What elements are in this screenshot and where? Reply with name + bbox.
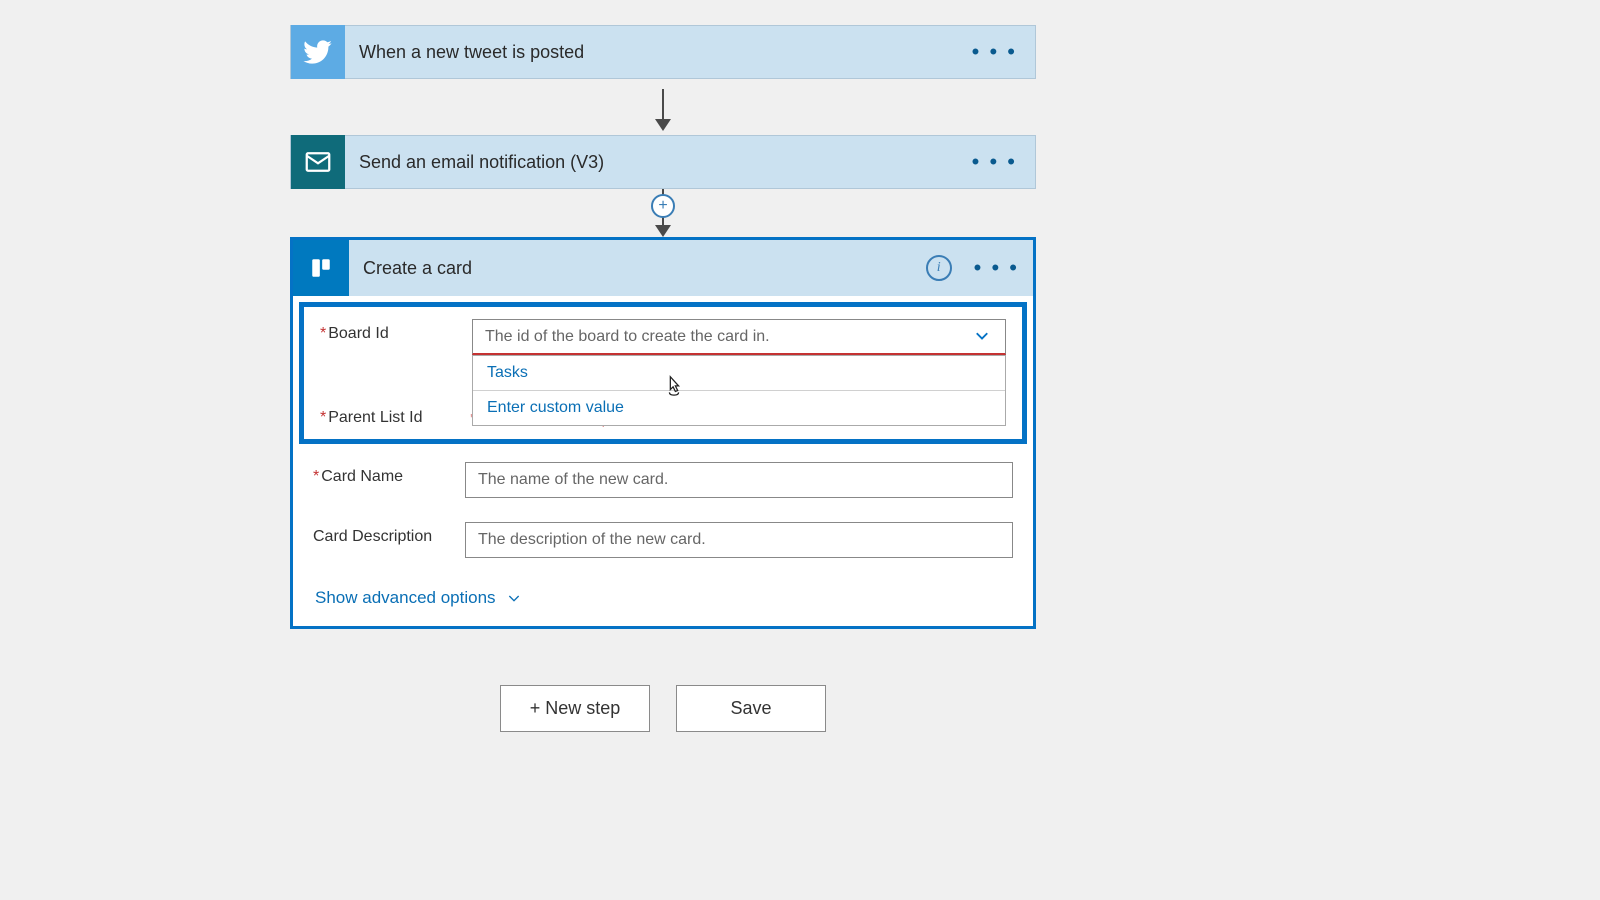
highlighted-fields: *Board Id The id of the board to create … <box>299 302 1027 444</box>
chevron-down-icon <box>973 326 991 347</box>
remaining-fields: *Card Name Card Description <box>293 450 1033 562</box>
step-trello-header[interactable]: Create a card i • • • <box>293 240 1033 296</box>
more-icon[interactable]: • • • <box>972 149 1017 175</box>
flow-column: When a new tweet is posted • • • Send an… <box>290 25 1036 732</box>
dropdown-option-tasks[interactable]: Tasks <box>473 356 1005 391</box>
trello-icon <box>293 240 349 296</box>
step-mail-title: Send an email notification (V3) <box>359 152 604 173</box>
step-mail[interactable]: Send an email notification (V3) • • • <box>290 135 1036 189</box>
board-id-placeholder: The id of the board to create the card i… <box>485 328 770 346</box>
step-twitter[interactable]: When a new tweet is posted • • • <box>290 25 1036 79</box>
new-step-button[interactable]: + New step <box>500 685 650 732</box>
parent-list-id-label: *Parent List Id <box>320 403 472 427</box>
insert-step-button[interactable]: + <box>651 194 675 218</box>
card-name-label: *Card Name <box>313 462 465 486</box>
flow-canvas: When a new tweet is posted • • • Send an… <box>0 0 1600 732</box>
more-icon[interactable]: • • • <box>972 39 1017 65</box>
mail-icon <box>291 135 345 189</box>
footer-buttons: + New step Save <box>500 685 826 732</box>
card-description-row: Card Description <box>303 518 1023 562</box>
show-advanced-link[interactable]: Show advanced options <box>293 578 1033 626</box>
step-trello-title: Create a card <box>363 258 472 279</box>
info-icon[interactable]: i <box>926 255 952 281</box>
card-name-input[interactable] <box>465 462 1013 498</box>
card-description-label: Card Description <box>313 522 465 546</box>
board-id-dropdown-list: Tasks Enter custom value <box>472 355 1006 426</box>
arrow-connector-insert: + <box>290 189 1036 237</box>
dropdown-option-custom[interactable]: Enter custom value <box>473 391 1005 425</box>
show-advanced-label: Show advanced options <box>315 588 496 608</box>
more-icon[interactable]: • • • <box>974 255 1019 281</box>
chevron-down-icon <box>506 590 522 606</box>
step-trello-expanded: Create a card i • • • *Board Id The id o… <box>290 237 1036 629</box>
step-twitter-title: When a new tweet is posted <box>359 42 584 63</box>
board-id-row: *Board Id The id of the board to create … <box>310 315 1016 359</box>
arrow-connector <box>662 83 664 131</box>
board-id-dropdown[interactable]: The id of the board to create the card i… <box>472 319 1006 355</box>
twitter-icon <box>291 25 345 79</box>
card-name-row: *Card Name <box>303 458 1023 502</box>
save-button[interactable]: Save <box>676 685 826 732</box>
card-description-input[interactable] <box>465 522 1013 558</box>
board-id-label: *Board Id <box>320 319 472 343</box>
